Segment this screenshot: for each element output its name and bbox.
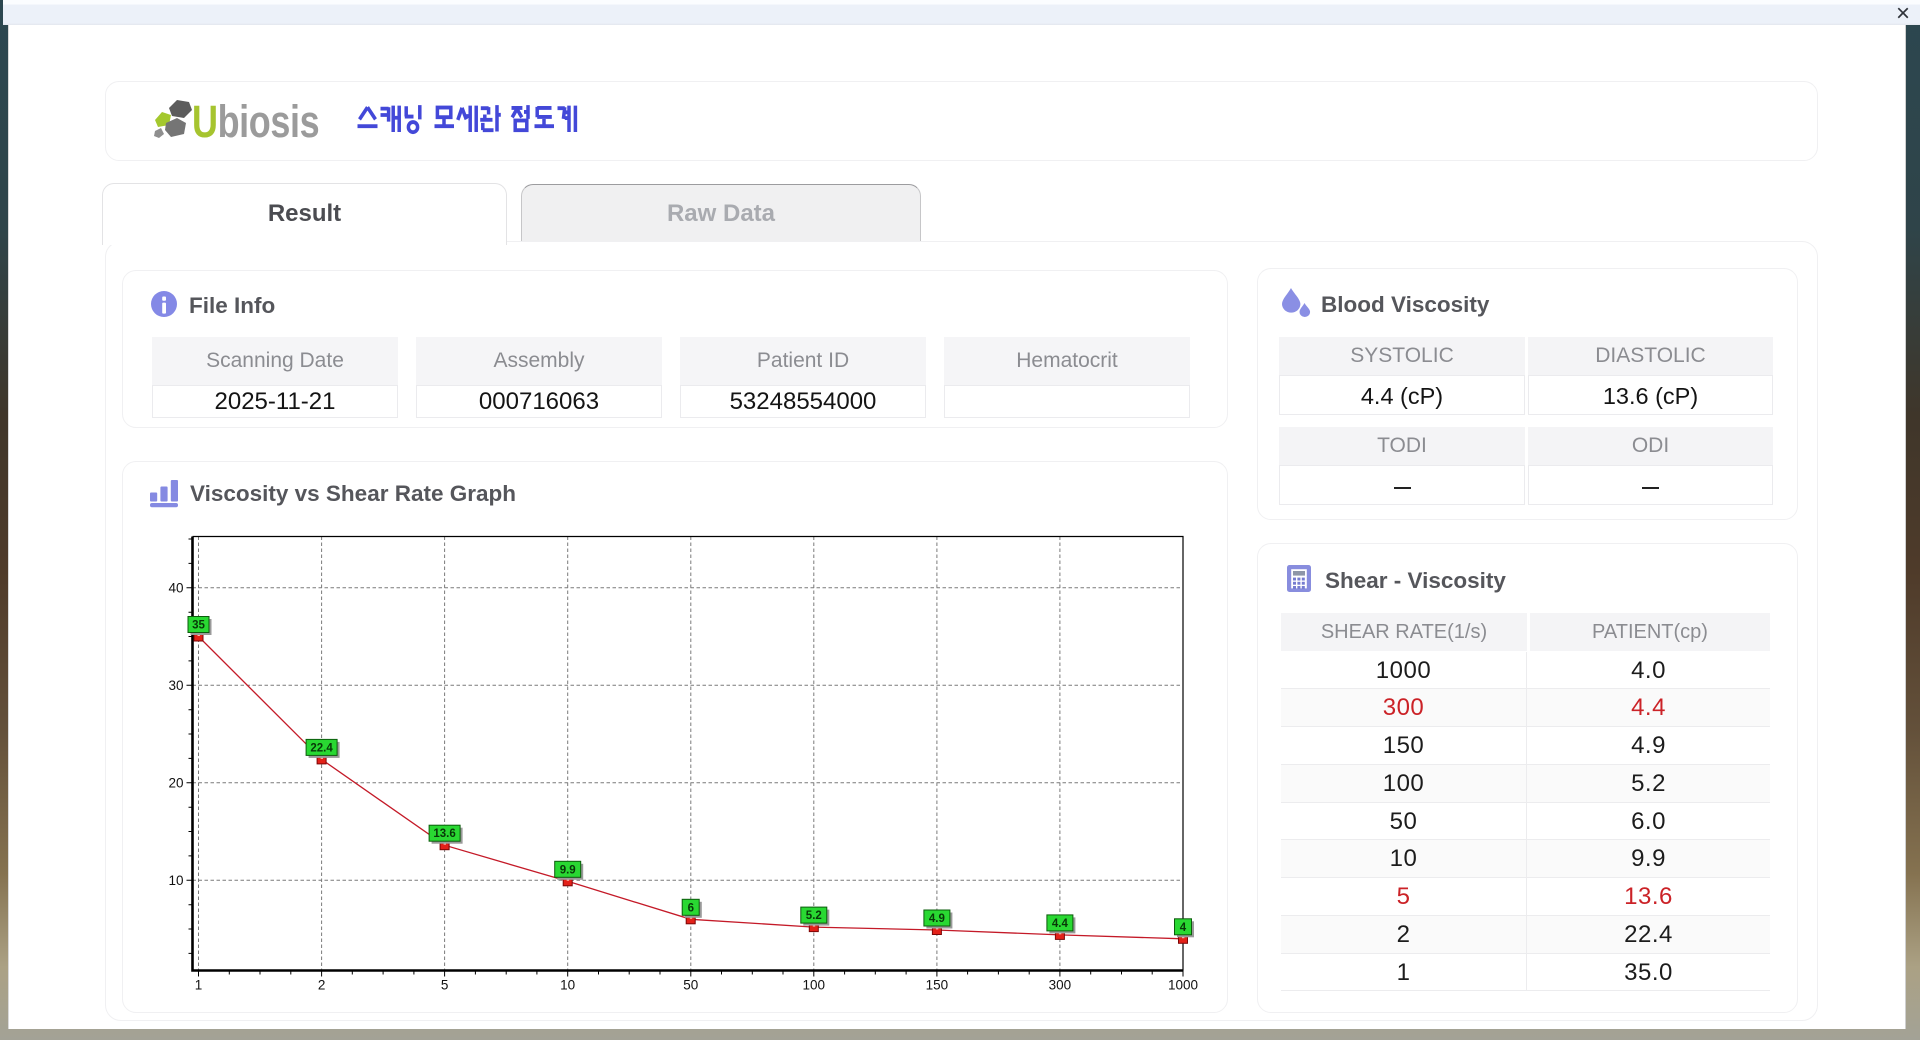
svg-text:13.6: 13.6 <box>433 828 455 840</box>
svg-text:20: 20 <box>168 776 183 791</box>
svg-text:9.9: 9.9 <box>560 864 576 876</box>
svg-text:100: 100 <box>803 978 826 993</box>
svg-text:40: 40 <box>168 581 183 596</box>
svg-text:6: 6 <box>688 902 694 914</box>
svg-text:4: 4 <box>1180 922 1187 934</box>
svg-text:10: 10 <box>560 978 575 993</box>
svg-text:Ubiosis: Ubiosis <box>192 96 319 147</box>
svg-text:50: 50 <box>683 978 698 993</box>
svg-text:300: 300 <box>1049 978 1072 993</box>
svg-text:35: 35 <box>192 620 205 632</box>
svg-text:4.9: 4.9 <box>929 913 945 925</box>
svg-text:2: 2 <box>318 978 326 993</box>
svg-text:22.4: 22.4 <box>310 742 333 754</box>
svg-text:1: 1 <box>195 978 203 993</box>
svg-text:5.2: 5.2 <box>806 910 822 922</box>
svg-text:10: 10 <box>168 873 183 888</box>
svg-text:4.4: 4.4 <box>1052 918 1069 930</box>
svg-text:5: 5 <box>441 978 449 993</box>
svg-text:30: 30 <box>168 678 183 693</box>
svg-text:150: 150 <box>926 978 949 993</box>
svg-text:1000: 1000 <box>1168 978 1198 993</box>
